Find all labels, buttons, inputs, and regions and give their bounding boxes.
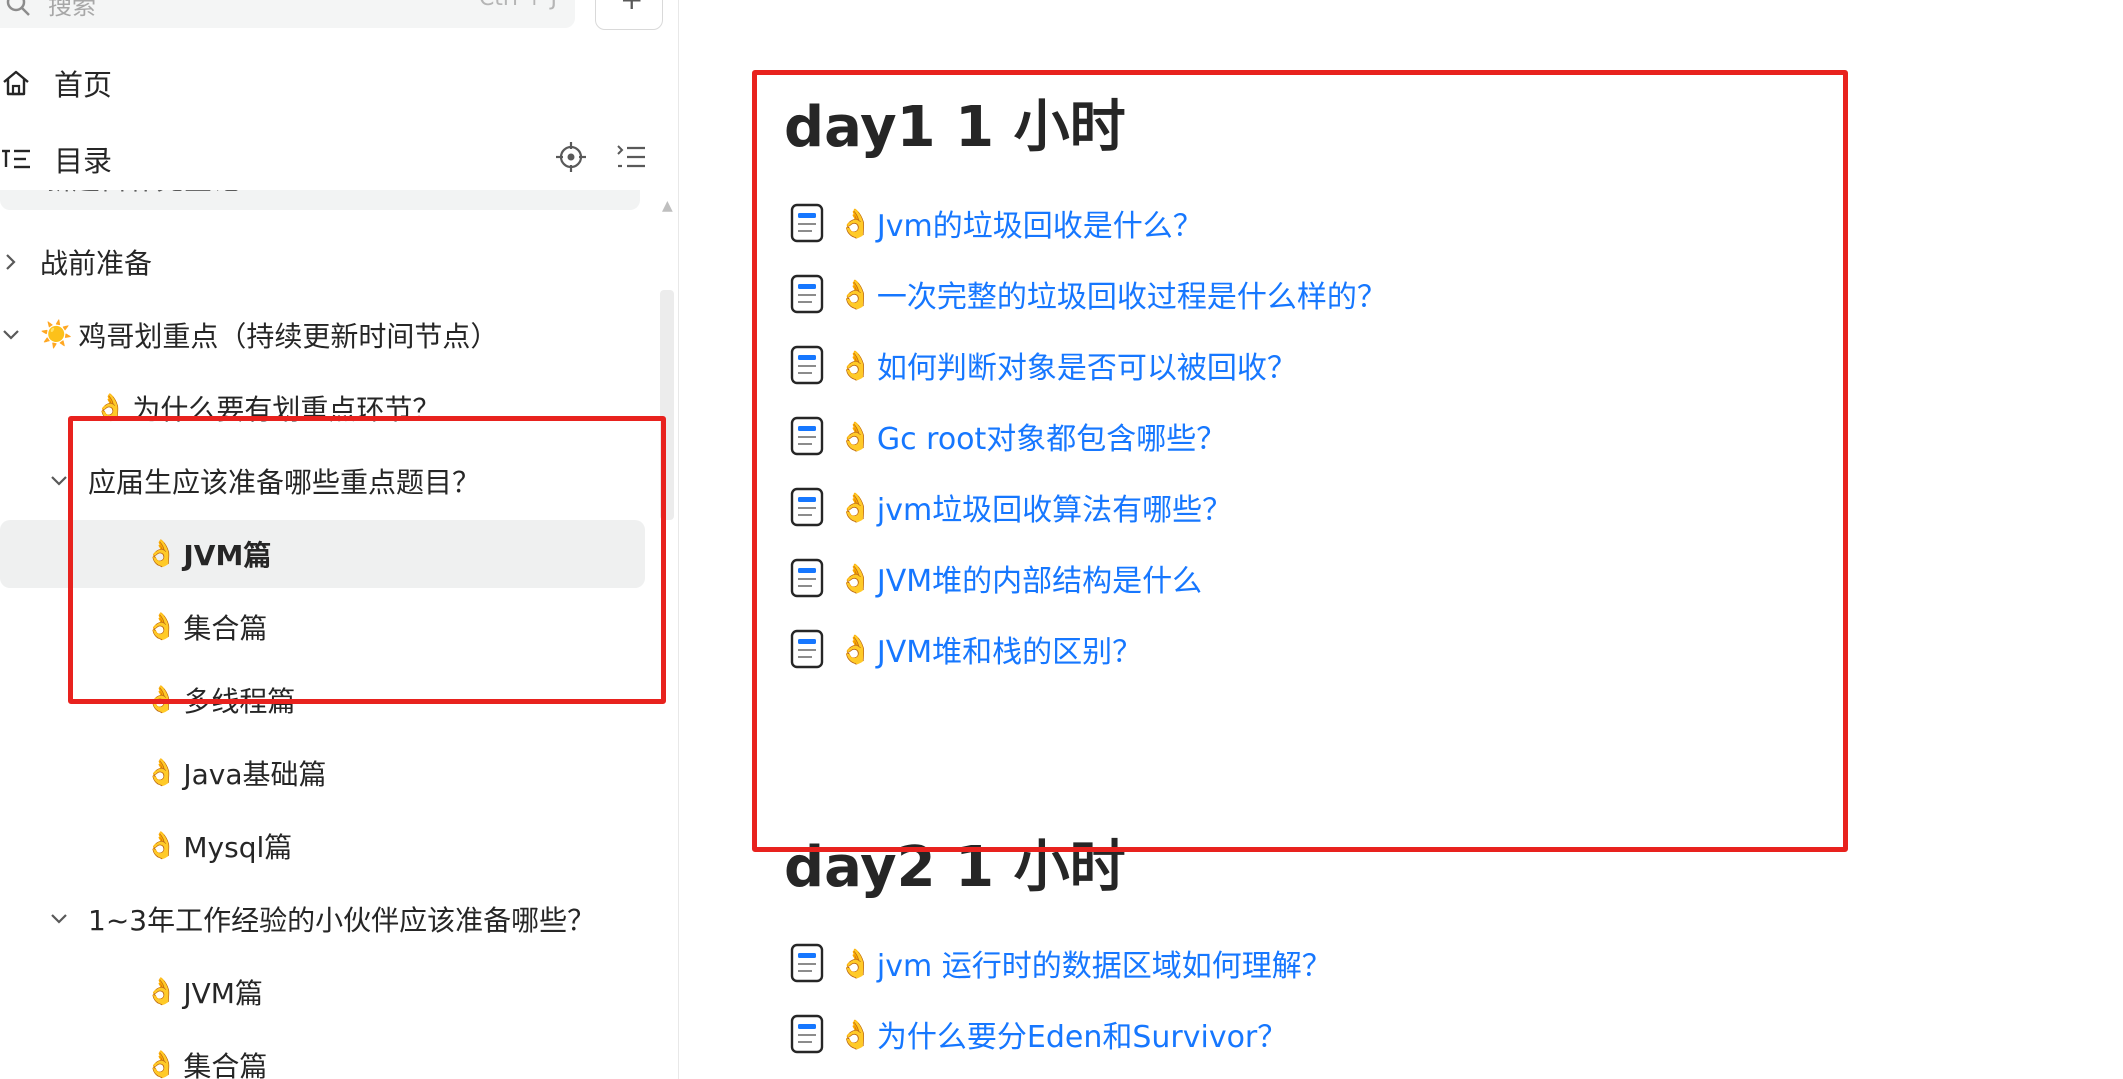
- chevron-right-icon[interactable]: [0, 251, 22, 273]
- doc-link[interactable]: 👌 为什么要分Eden和Survivor？: [790, 1007, 1287, 1061]
- nav-toc[interactable]: 目录: [0, 138, 650, 180]
- doc-link[interactable]: 👌 jvm 运行时的数据区域如何理解？: [790, 936, 1332, 990]
- annotation-box-content: [752, 70, 1848, 852]
- scroll-up-arrow[interactable]: ▲: [662, 198, 673, 214]
- tree-item-label: 鸡哥划重点（持续更新时间节点）: [78, 320, 499, 353]
- annotation-box-sidebar: [68, 416, 666, 704]
- chevron-down-icon[interactable]: [0, 324, 22, 346]
- doc-link-text[interactable]: 为什么要分Eden和Survivor？: [877, 1012, 1287, 1056]
- tree-item-label: JVM篇: [183, 977, 263, 1010]
- tree-item[interactable]: 👌 Mysql篇: [145, 812, 292, 880]
- sun-icon: ☀️: [40, 320, 73, 350]
- add-button[interactable]: +: [595, 0, 663, 30]
- tree-item-label: 1~3年工作经验的小伙伴应该准备哪些？: [88, 904, 596, 937]
- locate-icon[interactable]: [555, 141, 587, 173]
- toc-icon: [2, 149, 30, 169]
- plus-icon: +: [620, 0, 643, 16]
- search-input[interactable]: 搜索 Ctrl + J: [0, 0, 575, 28]
- tree-item-partial[interactable]: 新题目补充登记: [0, 190, 640, 210]
- tree-item[interactable]: 战前准备: [0, 228, 152, 296]
- ok-hand-icon: 👌: [145, 977, 178, 1007]
- tree-item[interactable]: ☀️ 鸡哥划重点（持续更新时间节点）: [0, 301, 498, 369]
- tree-item-label: 集合篇: [183, 1050, 268, 1079]
- nav-home-label: 首页: [54, 68, 113, 102]
- ok-hand-icon: 👌: [838, 1017, 873, 1051]
- tree-item[interactable]: 👌 集合篇: [145, 1031, 267, 1079]
- search-icon: [6, 0, 30, 16]
- nav-home[interactable]: 首页: [0, 62, 112, 104]
- tree-item-label: Java基础篇: [183, 758, 327, 791]
- doc-link-text[interactable]: jvm 运行时的数据区域如何理解？: [877, 941, 1332, 985]
- tree-item[interactable]: 👌 JVM篇: [145, 958, 263, 1026]
- ok-hand-icon: 👌: [145, 831, 178, 861]
- tree-item[interactable]: 1~3年工作经验的小伙伴应该准备哪些？: [48, 885, 595, 953]
- tree-item[interactable]: 👌 Java基础篇: [145, 739, 327, 807]
- ok-hand-icon: 👌: [145, 758, 178, 788]
- tree-item-label: Mysql篇: [183, 831, 293, 864]
- home-icon: [3, 70, 29, 96]
- search-placeholder: 搜索: [48, 0, 96, 20]
- ok-hand-icon: 👌: [145, 1050, 178, 1079]
- collapse-list-icon[interactable]: [615, 141, 647, 173]
- ok-hand-icon: 👌: [838, 946, 873, 980]
- document-icon: [790, 1014, 824, 1054]
- nav-toc-label: 目录: [54, 144, 113, 178]
- tree-item-label: 战前准备: [40, 247, 153, 280]
- tree-item-partial-label: 新题目补充登记: [44, 190, 240, 198]
- chevron-down-icon[interactable]: [48, 908, 70, 930]
- search-shortcut: Ctrl + J: [479, 0, 557, 11]
- document-icon: [790, 943, 824, 983]
- chevron-down-icon[interactable]: [48, 470, 70, 492]
- toc-tools: [555, 141, 647, 173]
